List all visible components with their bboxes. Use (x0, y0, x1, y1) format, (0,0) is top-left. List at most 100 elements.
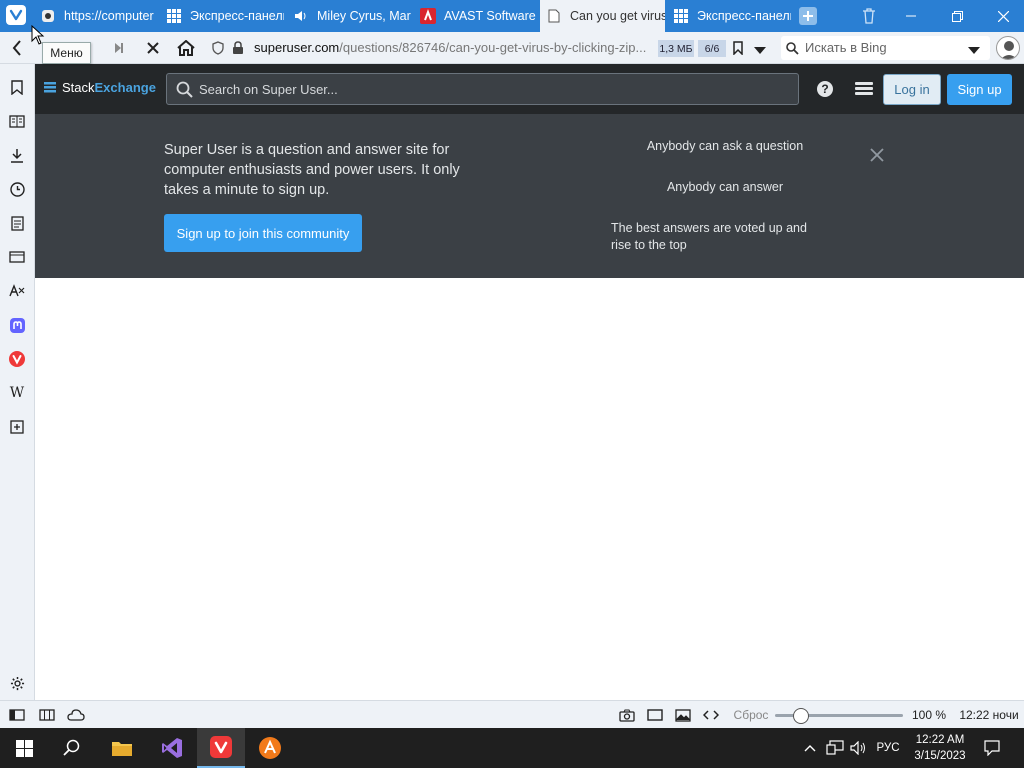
camera-icon (619, 709, 635, 722)
tab-2[interactable]: Экспресс-панель (160, 0, 284, 32)
screenshot-button[interactable] (617, 701, 637, 729)
cloud-icon (67, 709, 85, 721)
page-actions-button[interactable] (701, 701, 721, 729)
start-button[interactable] (0, 728, 48, 768)
panel-vivaldi-button[interactable] (7, 349, 27, 369)
zoom-level: 100 % (911, 708, 947, 722)
tab-4[interactable]: AVAST Software (414, 0, 538, 32)
clock-time: 12:22 AM (915, 734, 965, 746)
shield-button[interactable] (210, 32, 226, 64)
tab-title: https://computer (64, 9, 154, 23)
wikipedia-icon: W (9, 385, 25, 401)
fast-forward-button[interactable] (110, 32, 128, 64)
stackexchange-logo[interactable]: Stack Exchange (44, 80, 156, 95)
tab-title: Экспресс-панель (697, 9, 791, 23)
page-size-badge[interactable]: 1,3 МБ (658, 40, 694, 57)
image-icon (675, 708, 691, 722)
chevron-up-icon (804, 745, 816, 752)
search-engine-icon (786, 42, 799, 55)
status-bar: Сброс 100 % 12:22 ночи (0, 700, 1024, 728)
community-banner: Super User is a question and answer site… (35, 114, 1024, 278)
panel-bookmarks-button[interactable] (7, 77, 27, 97)
taskbar-avast[interactable] (246, 728, 294, 768)
tray-overflow-button[interactable] (800, 728, 820, 768)
network-tray-icon[interactable] (824, 728, 846, 768)
url-path: /questions/826746/can-you-get-virus-by-c… (339, 40, 647, 55)
search-dropdown-button[interactable] (968, 42, 982, 54)
tab-5-active[interactable]: Can you get virus (540, 0, 665, 32)
page-tiling-button[interactable] (645, 701, 665, 729)
stop-button[interactable] (143, 32, 163, 64)
panel-add-button[interactable] (7, 417, 27, 437)
site-header: Stack Exchange Search on Super User... ? … (35, 64, 1024, 114)
network-icon (826, 740, 844, 755)
stack-icon (44, 81, 56, 92)
logo-exchange-text: Exchange (94, 80, 156, 95)
panel-reading-list-button[interactable] (7, 111, 27, 131)
log-in-button[interactable]: Log in (883, 74, 941, 105)
lock-button[interactable] (230, 32, 246, 64)
mouse-cursor-icon (31, 25, 45, 45)
site-switcher-button[interactable] (855, 81, 873, 97)
language-indicator[interactable]: РУС (873, 728, 903, 768)
web-page: Stack Exchange Search on Super User... ? … (35, 64, 1024, 700)
shield-icon (212, 41, 224, 55)
panel-mastodon-button[interactable] (7, 315, 27, 335)
minimize-button[interactable] (888, 0, 934, 32)
profile-button[interactable] (996, 36, 1020, 60)
clock-icon (9, 181, 25, 197)
panel-wikipedia-button[interactable]: W (7, 383, 27, 403)
bookmark-page-button[interactable] (730, 40, 746, 56)
site-search-placeholder: Search on Super User... (199, 82, 338, 97)
lock-icon (233, 41, 243, 54)
settings-button[interactable] (7, 673, 27, 693)
restore-button[interactable] (934, 0, 980, 32)
panel-history-button[interactable] (7, 179, 27, 199)
taskbar-clock[interactable]: 12:22 AM 3/15/2023 (905, 732, 975, 764)
panel-window-button[interactable] (7, 247, 27, 267)
taskbar-file-explorer[interactable] (98, 728, 146, 768)
home-button[interactable] (175, 32, 197, 64)
tab-6[interactable]: Экспресс-панель (667, 0, 791, 32)
taskbar-visual-studio[interactable] (148, 728, 196, 768)
page-count-badge[interactable]: 6/6 (698, 40, 726, 57)
taskbar-search-button[interactable] (48, 728, 96, 768)
vivaldi-menu-button[interactable] (6, 5, 26, 25)
toggle-panel-button[interactable] (8, 701, 26, 729)
back-button[interactable] (6, 32, 28, 64)
sign-up-button[interactable]: Sign up (947, 74, 1012, 105)
close-window-button[interactable] (980, 0, 1024, 32)
join-community-button[interactable]: Sign up to join this community (164, 214, 362, 252)
tab-3[interactable]: Miley Cyrus, Mar (287, 0, 411, 32)
feature-vote: The best answers are voted up and rise t… (611, 221, 807, 252)
images-toggle-button[interactable] (673, 701, 693, 729)
tab-1[interactable]: https://computer (34, 0, 158, 32)
panel-translate-button[interactable] (7, 281, 27, 301)
zoom-reset-button[interactable]: Сброс (732, 701, 770, 729)
trash-button[interactable] (860, 7, 878, 25)
volume-tray-icon[interactable] (848, 728, 870, 768)
search-engine-field[interactable]: Искать в Bing (781, 36, 990, 60)
taskbar-vivaldi[interactable] (197, 728, 245, 768)
minimize-icon (906, 15, 916, 17)
tab-title: Can you get virus (570, 9, 665, 23)
address-dropdown-button[interactable] (754, 42, 768, 54)
tab-tiling-button[interactable] (38, 701, 56, 729)
notifications-button[interactable] (980, 728, 1004, 768)
url-domain: superuser.com (254, 40, 340, 55)
new-tab-button[interactable] (799, 7, 817, 25)
site-search-input[interactable]: Search on Super User... (166, 73, 799, 105)
sync-button[interactable] (66, 701, 86, 729)
search-placeholder: Искать в Bing (805, 40, 887, 55)
plus-icon (803, 11, 813, 21)
url-field[interactable]: superuser.com/questions/826746/can-you-g… (254, 40, 646, 55)
fast-forward-icon (115, 43, 123, 53)
panel-notes-button[interactable] (7, 213, 27, 233)
banner-close-button[interactable] (870, 148, 884, 162)
feature-ask: Anybody can ask a question (646, 139, 804, 153)
gear-icon (10, 676, 24, 690)
zoom-slider-handle[interactable] (793, 708, 809, 724)
help-button[interactable]: ? (817, 81, 833, 97)
panel-downloads-button[interactable] (7, 145, 27, 165)
mastodon-icon (9, 317, 25, 333)
